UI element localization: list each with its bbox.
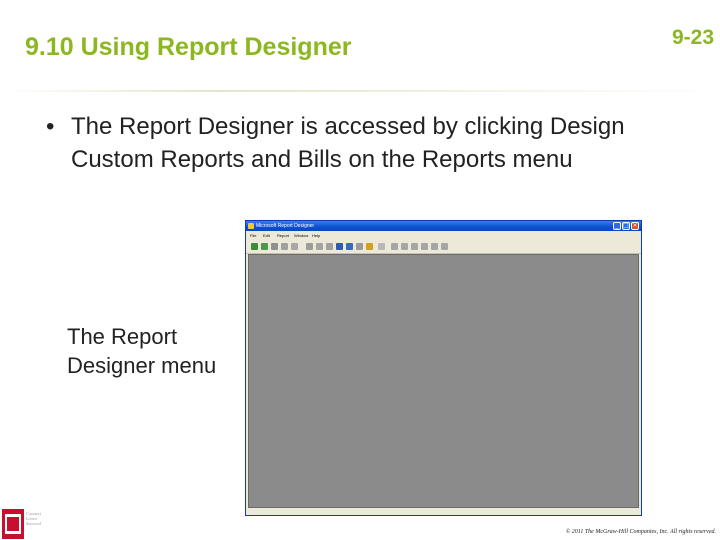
logo-mark bbox=[7, 517, 19, 531]
report-designer-window: Microsoft Report Designer _ □ × File Edi… bbox=[245, 220, 642, 516]
format-icon[interactable] bbox=[336, 243, 343, 250]
align-left-icon[interactable] bbox=[391, 243, 398, 250]
mcgraw-hill-logo bbox=[2, 509, 24, 539]
menu-bar: File Edit Report Window Help bbox=[246, 231, 641, 240]
new-report-icon[interactable] bbox=[251, 243, 258, 250]
menu-file[interactable]: File bbox=[250, 231, 256, 240]
bullet-mark: • bbox=[46, 113, 55, 140]
border-icon[interactable] bbox=[431, 243, 438, 250]
copyright-notice: © 2011 The McGraw-Hill Companies, Inc. A… bbox=[565, 529, 716, 535]
bullet-text: The Report Designer is accessed by click… bbox=[71, 113, 625, 173]
save-icon[interactable] bbox=[271, 243, 278, 250]
paste-icon[interactable] bbox=[326, 243, 333, 250]
menu-edit[interactable]: Edit bbox=[263, 231, 270, 240]
menu-window[interactable]: Window bbox=[294, 231, 308, 240]
caption-line-2: Designer menu bbox=[67, 353, 217, 378]
group-icon[interactable] bbox=[366, 243, 373, 250]
window-title: Microsoft Report Designer bbox=[256, 223, 315, 229]
label-icon[interactable] bbox=[346, 243, 353, 250]
help-icon[interactable] bbox=[378, 243, 385, 250]
toolbar bbox=[246, 240, 641, 254]
app-icon bbox=[248, 223, 254, 229]
tagline-line-3: Succeed bbox=[26, 521, 41, 526]
font-icon[interactable] bbox=[421, 243, 428, 250]
slide-number: 9-23 bbox=[671, 26, 714, 49]
minimize-button[interactable]: _ bbox=[613, 222, 621, 230]
slide-title: 9.10 Using Report Designer bbox=[25, 33, 352, 61]
menu-help[interactable]: Help bbox=[312, 231, 320, 240]
color-icon[interactable] bbox=[441, 243, 448, 250]
field-icon[interactable] bbox=[356, 243, 363, 250]
maximize-button[interactable]: □ bbox=[622, 222, 630, 230]
screenshot-caption: The Report Designer menu bbox=[67, 322, 216, 380]
open-icon[interactable] bbox=[261, 243, 268, 250]
status-bar bbox=[246, 509, 641, 515]
align-center-icon[interactable] bbox=[401, 243, 408, 250]
caption-line-1: The Report bbox=[67, 324, 178, 349]
print-icon[interactable] bbox=[281, 243, 288, 250]
logo-tagline: Connect Learn Succeed bbox=[26, 511, 56, 526]
preview-icon[interactable] bbox=[291, 243, 298, 250]
title-divider bbox=[0, 90, 720, 92]
window-titlebar[interactable]: Microsoft Report Designer _ □ × bbox=[246, 221, 641, 231]
close-button[interactable]: × bbox=[631, 222, 639, 230]
align-right-icon[interactable] bbox=[411, 243, 418, 250]
cut-icon[interactable] bbox=[306, 243, 313, 250]
copy-icon[interactable] bbox=[316, 243, 323, 250]
menu-report[interactable]: Report bbox=[277, 231, 289, 240]
bullet-item: • The Report Designer is accessed by cli… bbox=[46, 110, 686, 176]
designer-workspace[interactable] bbox=[248, 254, 639, 508]
